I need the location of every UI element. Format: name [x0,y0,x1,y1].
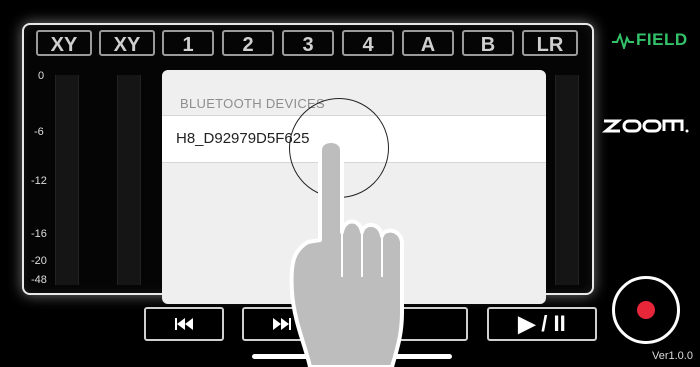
field-logo: FIELD [612,30,688,51]
channel-button-b[interactable]: B [462,30,514,56]
scale-label-0: 0 [38,70,45,82]
record-icon [637,301,655,319]
waveform-icon [612,31,634,51]
scale-label-48: -48 [31,274,47,286]
zoom-logo [601,116,690,141]
scale-label-16: -16 [31,228,47,240]
play-pause-icon: ▶ / II [518,311,566,336]
zoom-logo-mark [601,119,689,133]
scale-label-20: -20 [31,255,47,267]
channel-button-4[interactable]: 4 [342,30,394,56]
channel-button-2[interactable]: 2 [222,30,274,56]
channel-button-a[interactable]: A [402,30,454,56]
level-meter-bar [55,75,79,285]
scale-label-6: -6 [34,126,44,138]
play-pause-button[interactable]: ▶ / II [487,307,597,341]
scale-label-12: -12 [31,175,47,187]
dialog-header: BLUETOOTH DEVICES [180,96,326,111]
channel-button-1[interactable]: 1 [162,30,214,56]
level-meter-bar [555,75,579,285]
rewind-icon [175,318,193,330]
channel-button-3[interactable]: 3 [282,30,334,56]
pointing-hand-icon [289,139,404,367]
record-button[interactable] [612,276,680,344]
channel-button-xy-2[interactable]: XY [99,30,155,56]
channel-button-lr[interactable]: LR [522,30,578,56]
channel-button-xy[interactable]: XY [36,30,92,56]
version-label: Ver1.0.0 [652,350,693,362]
rewind-button[interactable] [144,307,224,341]
level-meter-bar [117,75,141,285]
field-logo-text: FIELD [636,30,688,49]
